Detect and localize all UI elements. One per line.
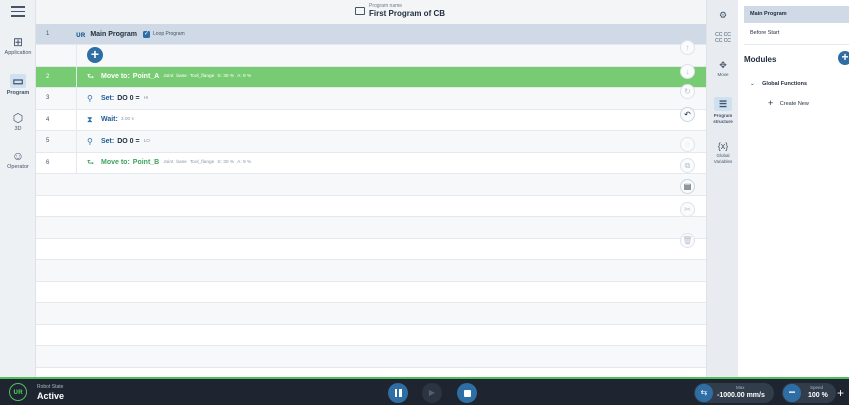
redo-icon[interactable]: ↻	[680, 84, 695, 99]
robot-arm-icon: ⚙	[718, 10, 728, 20]
speed-increase-button[interactable]: +	[837, 383, 849, 403]
nav-operator[interactable]: ☺ Operator	[0, 150, 36, 170]
swap-icon[interactable]: ⇆	[695, 384, 713, 402]
empty-row	[36, 238, 706, 260]
copy-icon[interactable]: ⧉	[680, 158, 695, 173]
chevron-down-icon: ⌄	[750, 81, 755, 87]
empty-row	[36, 195, 706, 217]
top-bar: Program name First Program of CB	[36, 0, 706, 24]
bottom-bar: ᴜʀ Robot State Active ▶ ⇆ Max -1000.00 m…	[0, 377, 849, 405]
move-icon: ✥	[719, 60, 727, 70]
speed-control[interactable]: − Speed 100 %	[782, 383, 836, 403]
add-node-row: +	[36, 45, 706, 67]
program-tree: 1 ᴜʀ Main Program ✓ Loop Program + 2 ⮑ M…	[36, 24, 706, 389]
loop-program-checkbox[interactable]: ✓	[143, 30, 151, 38]
modules-title: Modules	[744, 55, 777, 64]
create-new-button[interactable]: + Create New	[768, 98, 809, 108]
person-icon: ☺	[11, 149, 25, 163]
right-panel: Main Program Before Start Modules + ⌄ Gl…	[738, 0, 849, 377]
stop-button[interactable]	[457, 383, 477, 403]
ur-logo-icon: ᴜʀ	[76, 29, 86, 39]
paste-icon[interactable]: ▤	[680, 179, 695, 194]
nav-3d[interactable]: ⬡ 3D	[0, 112, 36, 132]
play-button[interactable]: ▶	[422, 383, 442, 403]
program-row[interactable]: 4 ⧗ Wait: 3.00 s	[36, 109, 706, 131]
add-node-button[interactable]: +	[87, 47, 103, 64]
tool-strip: ⚙ CC CC CC CC ✥ Move ☰ Program structure …	[706, 0, 738, 377]
pause-button[interactable]	[388, 383, 408, 403]
program-row[interactable]: 5 ⚲ Set: DO 0 = LO	[36, 131, 706, 153]
hide-icon[interactable]: ◌	[680, 137, 695, 152]
program-icon: ▭	[10, 74, 26, 88]
undo-icon[interactable]: ↶	[680, 107, 695, 122]
empty-row	[36, 346, 706, 368]
global-variables-tool[interactable]: {x} Global Variables	[707, 141, 739, 164]
list-icon: ☰	[714, 97, 732, 111]
robot-state-value: Active	[37, 391, 65, 401]
code-tool[interactable]: CC CC CC CC	[707, 32, 739, 46]
program-row[interactable]: 3 ⚲ Set: DO 0 = HI	[36, 88, 706, 110]
speed-decrease-button[interactable]: −	[783, 384, 801, 402]
variable-icon: {x}	[717, 141, 729, 151]
move-path-icon: ⮑	[87, 72, 95, 82]
delete-icon[interactable]: 🗑	[680, 233, 695, 248]
max-speed-control[interactable]: ⇆ Max -1000.00 mm/s	[694, 383, 774, 403]
cube-icon: ⬡	[12, 111, 24, 125]
empty-row	[36, 324, 706, 346]
empty-row	[36, 260, 706, 282]
main-program-tab[interactable]: Main Program	[744, 6, 849, 23]
ur-logo-icon[interactable]: ᴜʀ	[9, 383, 27, 401]
before-start-item[interactable]: Before Start	[750, 30, 779, 36]
empty-row	[36, 174, 706, 196]
move-tool[interactable]: ✥ Move	[707, 60, 739, 78]
program-name[interactable]: Program name First Program of CB	[355, 3, 445, 18]
divider	[744, 44, 849, 45]
folder-icon	[355, 7, 365, 15]
code-icon: CC CC CC CC	[715, 32, 731, 44]
grid-icon: ⊞	[12, 35, 24, 49]
polyscope-window: ⊞ Application ▭ Program ⬡ 3D ☺ Operator …	[0, 0, 849, 405]
empty-row	[36, 281, 706, 303]
program-row[interactable]: 2 ⮑ Move to: Point_A Joint base Tool_fla…	[36, 66, 706, 88]
add-module-button[interactable]: +	[838, 51, 849, 65]
move-path-icon: ⮑	[87, 158, 95, 168]
nav-program[interactable]: ▭ Program	[0, 74, 36, 96]
hourglass-icon: ⧗	[87, 115, 93, 125]
plus-icon: +	[768, 98, 774, 108]
left-navigation: ⊞ Application ▭ Program ⬡ 3D ☺ Operator	[0, 0, 36, 377]
main-program-row[interactable]: 1 ᴜʀ Main Program ✓ Loop Program	[36, 24, 706, 45]
set-output-icon: ⚲	[87, 136, 93, 146]
empty-row	[36, 217, 706, 239]
empty-row	[36, 303, 706, 325]
global-functions-toggle[interactable]: ⌄ Global Functions	[750, 81, 807, 87]
set-output-icon: ⚲	[87, 93, 93, 103]
program-row[interactable]: 6 ⮑ Move to: Point_B Joint base Tool_fla…	[36, 152, 706, 174]
program-structure-tool[interactable]: ☰ Program structure	[707, 97, 739, 124]
cut-icon[interactable]: ✂	[680, 202, 695, 217]
move-up-icon[interactable]: ↑	[680, 40, 695, 55]
nav-application[interactable]: ⊞ Application	[0, 36, 36, 56]
menu-icon[interactable]	[11, 6, 25, 17]
robot-arm-tool[interactable]: ⚙	[707, 10, 739, 22]
move-down-icon[interactable]: ↓	[680, 64, 695, 79]
